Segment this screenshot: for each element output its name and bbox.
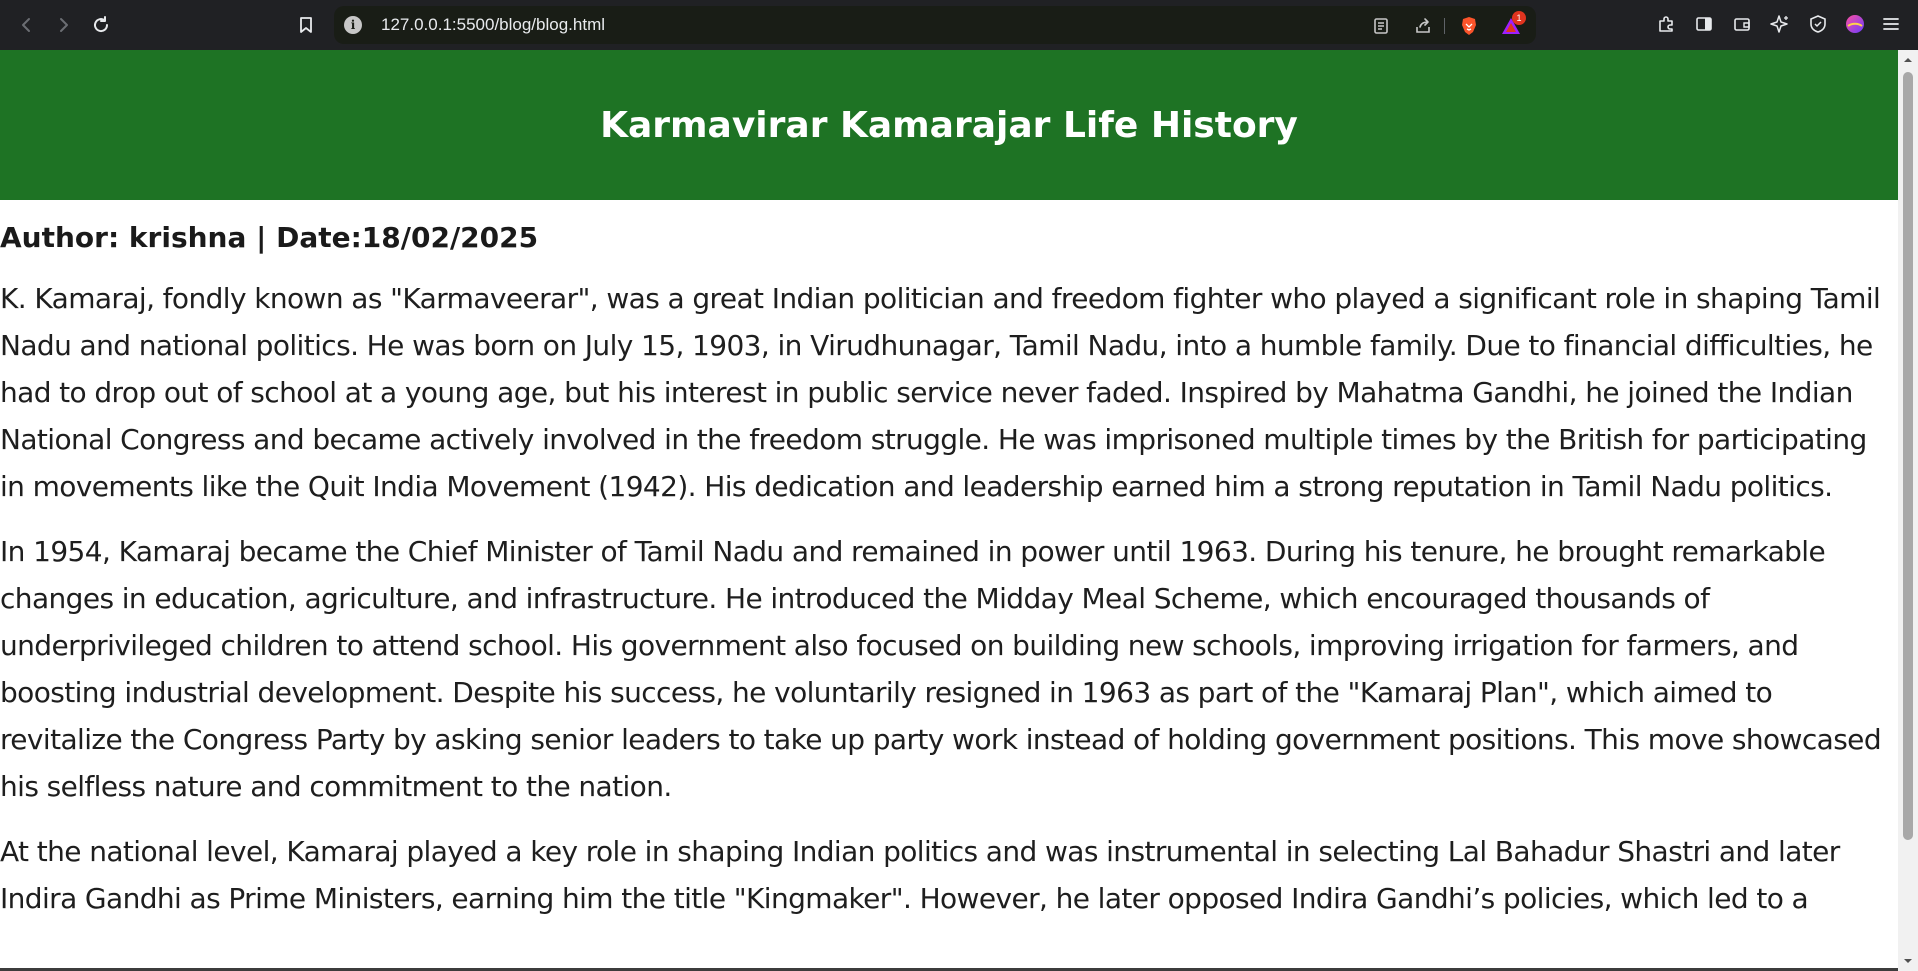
sidebar-icon xyxy=(1696,17,1712,31)
paragraph: At the national level, Kamaraj played a … xyxy=(0,835,1840,915)
shield-icon xyxy=(1810,15,1826,33)
brave-lion-icon xyxy=(1462,17,1476,35)
puzzle-icon xyxy=(1659,16,1673,32)
reload-icon xyxy=(94,16,109,33)
scroll-down-arrow-icon[interactable] xyxy=(1903,956,1913,966)
forward-button[interactable] xyxy=(50,11,78,39)
back-arrow-icon xyxy=(22,18,30,32)
brave-rewards-button[interactable]: 1 xyxy=(1500,11,1526,37)
page-header: Karmavirar Kamarajar Life History xyxy=(0,50,1898,200)
brave-shields-button[interactable] xyxy=(1458,15,1480,37)
page-viewport: Karmavirar Kamarajar Life History Author… xyxy=(0,50,1898,971)
share-icon xyxy=(1416,18,1430,33)
reader-mode-icon xyxy=(1374,18,1388,34)
author-date-line: Author: krishna | Date:18/02/2025 xyxy=(0,221,539,254)
forward-arrow-icon xyxy=(60,18,68,32)
scrollbar-thumb[interactable] xyxy=(1903,72,1913,840)
hamburger-menu-icon xyxy=(1883,18,1899,30)
share-button[interactable] xyxy=(1412,15,1434,37)
reader-mode-button[interactable] xyxy=(1370,15,1392,37)
page-title: Karmavirar Kamarajar Life History xyxy=(600,104,1298,146)
sparkle-icon xyxy=(1770,15,1788,33)
reload-button[interactable] xyxy=(87,11,115,39)
notification-badge: 1 xyxy=(1512,11,1526,25)
profile-avatar-icon xyxy=(1846,15,1864,33)
paragraph: K. Kamaraj, fondly known as "Karmaveerar… xyxy=(0,282,1881,503)
profile-button[interactable] xyxy=(1843,12,1867,36)
wallet-icon xyxy=(1734,18,1750,31)
site-info-icon[interactable]: i xyxy=(344,16,362,34)
browser-toolbar: i 127.0.0.1:5500/blog/blog.html 1 xyxy=(0,0,1918,50)
bookmark-button[interactable] xyxy=(292,11,320,39)
wallet-button[interactable] xyxy=(1730,12,1754,36)
bookmark-icon xyxy=(300,17,312,33)
paragraph: In 1954, Kamaraj became the Chief Minist… xyxy=(0,535,1882,803)
scroll-up-arrow-icon[interactable] xyxy=(1903,55,1913,65)
extensions-button[interactable] xyxy=(1654,12,1678,36)
vertical-scrollbar[interactable] xyxy=(1898,50,1918,971)
url-text[interactable]: 127.0.0.1:5500/blog/blog.html xyxy=(381,15,605,35)
leo-ai-button[interactable] xyxy=(1768,12,1792,36)
sidebar-button[interactable] xyxy=(1692,12,1716,36)
separator xyxy=(1444,18,1445,34)
menu-button[interactable] xyxy=(1879,12,1903,36)
back-button[interactable] xyxy=(12,11,40,39)
address-bar[interactable]: i 127.0.0.1:5500/blog/blog.html 1 xyxy=(334,6,1536,44)
vpn-button[interactable] xyxy=(1806,12,1830,36)
